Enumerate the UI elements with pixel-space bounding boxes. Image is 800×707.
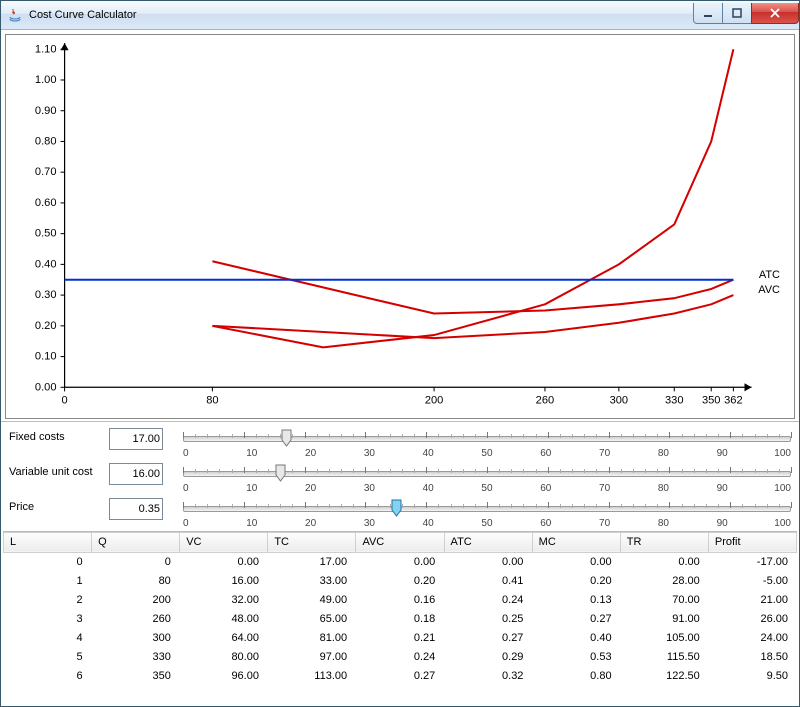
fixed-costs-slider[interactable]: 0102030405060708090100 <box>183 428 791 459</box>
svg-text:362: 362 <box>724 395 743 407</box>
svg-text:350: 350 <box>702 395 721 407</box>
price-input[interactable] <box>109 498 163 520</box>
price-label: Price <box>9 498 109 513</box>
col-avc[interactable]: AVC <box>356 532 444 552</box>
sliders-panel: Fixed costs 0102030405060708090100 Varia… <box>1 421 799 531</box>
chart-series-label: ATC <box>759 269 780 281</box>
svg-text:0.10: 0.10 <box>35 351 57 363</box>
fixed-costs-row: Fixed costs 0102030405060708090100 <box>9 428 791 459</box>
fixed-costs-input[interactable] <box>109 428 163 450</box>
svg-text:200: 200 <box>425 395 444 407</box>
titlebar[interactable]: Cost Curve Calculator <box>1 1 799 30</box>
content: SOFTPEDIA 0.000.100.200.300.400.500.600.… <box>1 30 799 706</box>
table-row[interactable]: 430064.0081.000.210.270.40105.0024.00 <box>3 629 797 648</box>
col-atc[interactable]: ATC <box>444 532 532 552</box>
svg-text:0.20: 0.20 <box>35 320 57 332</box>
price-slider[interactable]: 0102030405060708090100 <box>183 498 791 529</box>
chart-series-label: AVC <box>758 284 780 296</box>
svg-text:330: 330 <box>665 395 684 407</box>
app-window: Cost Curve Calculator SOFTPEDIA 0.000.10… <box>0 0 800 707</box>
fixed-costs-label: Fixed costs <box>9 428 109 443</box>
svg-text:0.30: 0.30 <box>35 289 57 301</box>
svg-text:260: 260 <box>536 395 555 407</box>
svg-text:0.60: 0.60 <box>35 197 57 209</box>
window-title: Cost Curve Calculator <box>29 9 694 21</box>
variable-unit-cost-row: Variable unit cost 010203040506070809010… <box>9 463 791 494</box>
svg-text:0.50: 0.50 <box>35 228 57 240</box>
col-l[interactable]: L <box>4 532 92 552</box>
svg-text:0.90: 0.90 <box>35 105 57 117</box>
col-tr[interactable]: TR <box>620 532 708 552</box>
table-row[interactable]: 635096.00113.000.270.320.80122.509.50 <box>3 667 797 686</box>
svg-text:1.10: 1.10 <box>35 43 57 55</box>
cost-curve-chart: 0.00 0.10 0.20 0.30 0.40 0.50 0.60 0.70 0.80 0.90… <box>6 35 794 418</box>
table-row[interactable]: 533080.0097.000.240.290.53115.5018.50 <box>3 648 797 667</box>
cost-table-body-scroll[interactable]: 000.0017.000.000.000.000.00-17.0018016.0… <box>3 553 797 704</box>
maximize-button[interactable] <box>722 3 752 24</box>
svg-text:0.00: 0.00 <box>35 381 57 393</box>
cost-table: LQVCTCAVCATCMCTRProfit 000.0017.000.000.… <box>3 531 797 704</box>
minimize-button[interactable] <box>693 3 723 24</box>
window-buttons <box>694 3 799 23</box>
table-row[interactable]: 000.0017.000.000.000.000.00-17.00 <box>3 553 797 572</box>
table-row[interactable]: 326048.0065.000.180.250.2791.0026.00 <box>3 610 797 629</box>
svg-text:0.70: 0.70 <box>35 166 57 178</box>
close-button[interactable] <box>751 3 799 24</box>
svg-text:0.40: 0.40 <box>35 258 57 270</box>
col-q[interactable]: Q <box>92 532 180 552</box>
col-profit[interactable]: Profit <box>708 532 796 552</box>
col-tc[interactable]: TC <box>268 532 356 552</box>
variable-unit-cost-slider[interactable]: 0102030405060708090100 <box>183 463 791 494</box>
table-row[interactable]: 220032.0049.000.160.240.1370.0021.00 <box>3 591 797 610</box>
price-row: Price 0102030405060708090100 <box>9 498 791 529</box>
table-row[interactable]: 18016.0033.000.200.410.2028.00-5.00 <box>3 572 797 591</box>
col-mc[interactable]: MC <box>532 532 620 552</box>
variable-unit-cost-label: Variable unit cost <box>9 463 109 478</box>
variable-unit-cost-input[interactable] <box>109 463 163 485</box>
chart-pane: 0.00 0.10 0.20 0.30 0.40 0.50 0.60 0.70 0.80 0.90… <box>5 34 795 419</box>
svg-text:300: 300 <box>610 395 629 407</box>
svg-text:0.80: 0.80 <box>35 135 57 147</box>
col-vc[interactable]: VC <box>180 532 268 552</box>
svg-text:0: 0 <box>62 395 68 407</box>
java-icon <box>7 7 23 23</box>
svg-text:1.00: 1.00 <box>35 74 57 86</box>
svg-text:80: 80 <box>206 395 218 407</box>
cost-table-header: LQVCTCAVCATCMCTRProfit <box>3 532 797 553</box>
